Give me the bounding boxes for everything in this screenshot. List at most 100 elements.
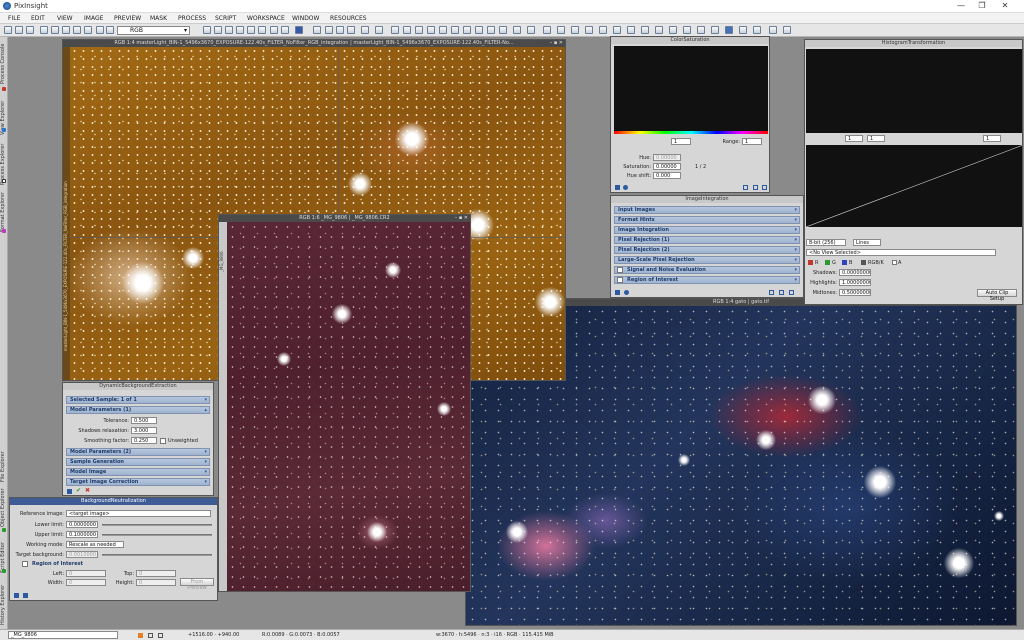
zoom-in-icon[interactable] bbox=[313, 26, 321, 34]
maximize-button[interactable]: ❐ bbox=[975, 1, 989, 11]
ii-section-roi[interactable]: Region of Interest ▾ bbox=[614, 276, 800, 284]
console-icon[interactable] bbox=[669, 26, 677, 34]
bn-upper-slider[interactable] bbox=[102, 534, 212, 536]
mask-magenta-icon[interactable] bbox=[463, 26, 471, 34]
mask-invert-icon[interactable] bbox=[403, 26, 411, 34]
bn-roi-checkbox[interactable] bbox=[22, 561, 28, 567]
bn-target-bg-slider[interactable] bbox=[102, 554, 212, 556]
ii-section-signal-noise[interactable]: Signal and Noise Evaluation ▾ bbox=[614, 266, 800, 274]
bn-lower-input[interactable]: 0.0000000 bbox=[66, 521, 98, 528]
cs-zoom-input[interactable]: 1 bbox=[671, 138, 691, 145]
side-tab-process-explorer[interactable]: Process Explorer bbox=[0, 137, 8, 185]
monitor-2-icon[interactable] bbox=[739, 26, 747, 34]
mask-cyan-icon[interactable] bbox=[475, 26, 483, 34]
color-saturation-window[interactable]: ColorSaturation 1 Range: 1 Hue: 0.00000 … bbox=[610, 36, 770, 193]
dbe-new-instance-icon[interactable] bbox=[67, 489, 72, 494]
zoom-1-1-icon[interactable] bbox=[336, 26, 344, 34]
menu-workspace[interactable]: WORKSPACE bbox=[247, 15, 285, 22]
channel-r-label[interactable]: R bbox=[815, 260, 818, 266]
hist-shadows-input[interactable]: 0.00000000 bbox=[839, 269, 871, 276]
hist-highlights-input[interactable]: 1.00000000 bbox=[839, 279, 871, 286]
dbe-section-model-image[interactable]: Model Image ▾ bbox=[66, 468, 210, 476]
mask-show-icon[interactable] bbox=[375, 26, 383, 34]
side-tab-process-console[interactable]: Process Console bbox=[0, 39, 8, 84]
zoom-in-tool-icon[interactable] bbox=[214, 26, 222, 34]
history-icon[interactable] bbox=[62, 26, 70, 34]
cs-saturation-input[interactable]: 0.00000 bbox=[653, 163, 681, 170]
pan-icon[interactable] bbox=[236, 26, 244, 34]
zoom-fit-icon[interactable] bbox=[347, 26, 355, 34]
reset-icon[interactable] bbox=[73, 26, 81, 34]
menu-script[interactable]: SCRIPT bbox=[215, 15, 236, 22]
ii-section-large-scale[interactable]: Large-Scale Pixel Rejection ▾ bbox=[614, 256, 800, 264]
side-tab-history-explorer[interactable]: History Explorer bbox=[0, 577, 8, 625]
bn-mode-select[interactable]: Rescale as needed bbox=[66, 541, 124, 548]
browse-docs-icon[interactable] bbox=[743, 185, 748, 190]
save-icon[interactable] bbox=[26, 26, 34, 34]
bn-width-input[interactable]: 0 bbox=[66, 579, 106, 586]
preview-icon[interactable] bbox=[753, 185, 758, 190]
redo-icon[interactable] bbox=[51, 26, 59, 34]
arrange-icon[interactable] bbox=[571, 26, 579, 34]
cs-range-input[interactable]: 1 bbox=[742, 138, 762, 145]
dbe-shadows-relax-input[interactable]: 3.000 bbox=[131, 427, 157, 434]
view-icon[interactable] bbox=[711, 26, 719, 34]
hist-zoom-input-1[interactable]: 1 bbox=[845, 135, 863, 142]
workspace-3-icon[interactable] bbox=[613, 26, 621, 34]
monitor-icon[interactable] bbox=[725, 26, 733, 34]
image-integration-window[interactable]: ImageIntegration Input Images ▾ Format Hi… bbox=[610, 195, 804, 298]
new-instance-icon[interactable] bbox=[615, 185, 620, 190]
bn-height-input[interactable]: 0 bbox=[136, 579, 176, 586]
side-tab-format-explorer[interactable]: Format Explorer bbox=[0, 187, 8, 232]
histogram-input-plot[interactable] bbox=[805, 145, 1022, 228]
info-icon[interactable] bbox=[783, 26, 791, 34]
window-controls-mg9806[interactable]: – ▪ ✕ bbox=[455, 215, 468, 222]
script-icon[interactable] bbox=[655, 26, 663, 34]
menu-window[interactable]: WINDOW bbox=[292, 15, 319, 22]
cs-hue-shift-input[interactable]: 0.000 bbox=[653, 172, 681, 179]
dbe-execute-icon[interactable]: ✔ bbox=[76, 487, 81, 494]
mask-blue-icon[interactable] bbox=[439, 26, 447, 34]
help-icon[interactable] bbox=[769, 26, 777, 34]
histogram-transformation-window[interactable]: HistogramTransformation 1 1 1 8-bit (256… bbox=[804, 39, 1023, 305]
dbe-smoothing-input[interactable]: 0.250 bbox=[131, 437, 157, 444]
dbe-window[interactable]: DynamicBackgroundExtraction Selected Sam… bbox=[62, 382, 214, 496]
ii-apply-global-icon[interactable] bbox=[624, 290, 629, 295]
rgb-channel-select[interactable]: RGB ▾ bbox=[117, 26, 190, 35]
readout-icon[interactable] bbox=[247, 26, 255, 34]
mask-red-icon[interactable] bbox=[415, 26, 423, 34]
menu-process[interactable]: PROCESS bbox=[178, 15, 206, 22]
channel-rgbk-label[interactable]: RGB/K bbox=[868, 260, 884, 266]
auto-clip-setup-button[interactable]: Auto Clip Setup bbox=[977, 289, 1017, 302]
process-icon[interactable] bbox=[683, 26, 691, 34]
hist-zoom-input-2[interactable]: 1 bbox=[867, 135, 885, 142]
undo-icon[interactable] bbox=[40, 26, 48, 34]
menu-edit[interactable]: EDIT bbox=[31, 15, 45, 22]
fit-view-icon[interactable] bbox=[361, 26, 369, 34]
close-button[interactable]: ✕ bbox=[998, 1, 1012, 11]
histogram-output-plot[interactable] bbox=[806, 49, 1022, 133]
mask-mode-icon[interactable] bbox=[513, 26, 521, 34]
dbe-tolerance-input[interactable]: 0.500 bbox=[131, 417, 157, 424]
workspace-4-icon[interactable] bbox=[627, 26, 635, 34]
channel-g-label[interactable]: G bbox=[832, 260, 836, 266]
hist-mode-select[interactable]: Lines bbox=[853, 239, 881, 246]
bn-lower-slider[interactable] bbox=[102, 524, 212, 526]
reset-instance-icon[interactable] bbox=[762, 185, 767, 190]
ii-tools-icon[interactable] bbox=[779, 290, 784, 295]
channel-b-label[interactable]: B bbox=[849, 260, 852, 266]
bn-left-input[interactable]: 0 bbox=[66, 570, 106, 577]
dbe-section-selected-sample[interactable]: Selected Sample: 1 of 1 ▾ bbox=[66, 396, 210, 404]
ii-section-input-images[interactable]: Input Images ▾ bbox=[614, 206, 800, 214]
menu-file[interactable]: FILE bbox=[8, 15, 20, 22]
icons-icon[interactable] bbox=[557, 26, 565, 34]
zoom-out-icon[interactable] bbox=[325, 26, 333, 34]
stf-icon[interactable] bbox=[295, 26, 303, 34]
favorites-icon[interactable] bbox=[697, 26, 705, 34]
mask-green-icon[interactable] bbox=[427, 26, 435, 34]
mask-enable-icon[interactable] bbox=[391, 26, 399, 34]
preview-icon[interactable] bbox=[258, 26, 266, 34]
dynamic-icon[interactable] bbox=[281, 26, 289, 34]
zoom-out-tool-icon[interactable] bbox=[225, 26, 233, 34]
ii-reset-icon[interactable] bbox=[789, 290, 794, 295]
